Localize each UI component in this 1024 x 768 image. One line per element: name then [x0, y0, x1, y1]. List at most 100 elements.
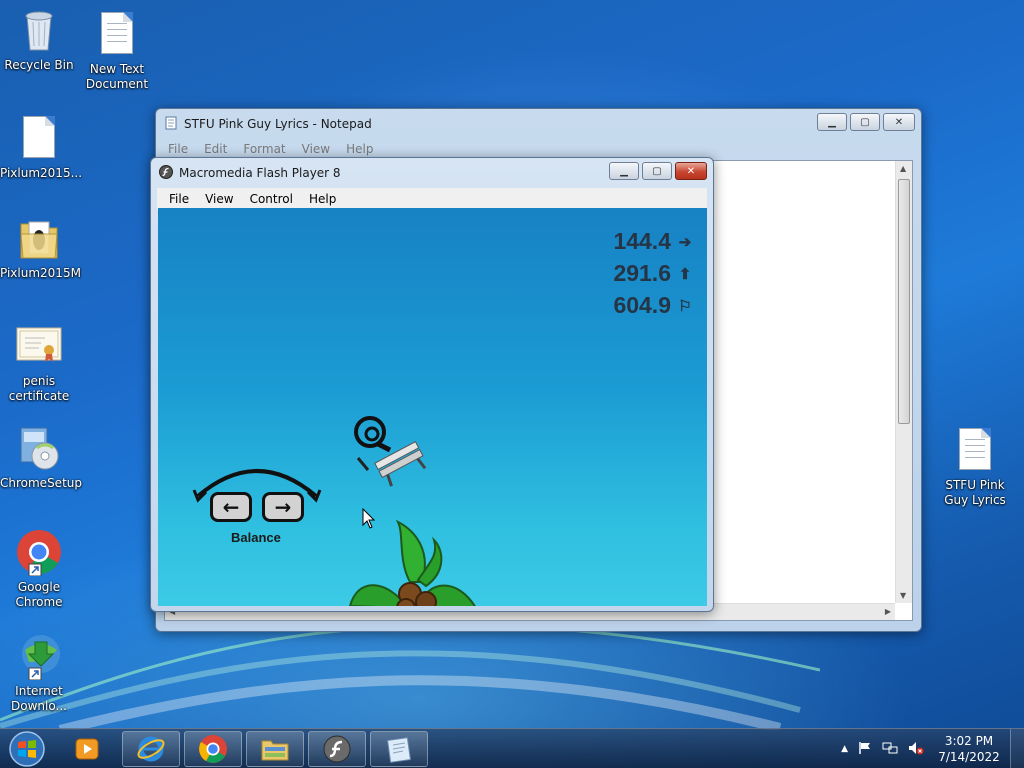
flash-title: Macromedia Flash Player 8 [179, 166, 341, 180]
system-clock[interactable]: 3:02 PM 7/14/2022 [934, 733, 1004, 765]
flash-menu-help[interactable]: Help [301, 192, 344, 206]
notepad-vertical-scrollbar[interactable]: ▲ ▼ [895, 161, 912, 603]
desktop-icon-new-text-document[interactable]: New Text Document [78, 10, 156, 92]
notepad-title: STFU Pink Guy Lyrics - Notepad [184, 117, 372, 131]
desktop-icon-google-chrome[interactable]: Google Chrome [0, 528, 78, 610]
flash-close-button[interactable]: ✕ [675, 162, 707, 180]
desktop-icon-pixlum-folder[interactable]: Pixlum2015M [0, 214, 81, 281]
flash-player-icon [159, 164, 173, 182]
flash-player-window[interactable]: Macromedia Flash Player 8 ▁ ▢ ✕ File Vie… [150, 157, 714, 612]
notepad-menu-file[interactable]: File [160, 142, 196, 156]
scroll-up-icon[interactable]: ▲ [900, 164, 906, 173]
minimize-icon: ▁ [620, 165, 628, 177]
clock-time: 3:02 PM [944, 734, 994, 748]
chrome-icon [15, 528, 63, 577]
desktop-icon-label: Pixlum2015M [0, 266, 81, 280]
balance-label: Balance [231, 530, 281, 545]
desktop-icon-stfu-lyrics[interactable]: STFU Pink Guy Lyrics [936, 426, 1014, 508]
desktop-icon-internet-download-manager[interactable]: Internet Downlo... [0, 632, 78, 714]
text-document-icon [93, 10, 141, 58]
taskbar-flash-player[interactable] [308, 731, 366, 767]
show-hidden-icons-icon[interactable]: ▲ [841, 744, 848, 754]
player-character [354, 416, 427, 487]
left-arrow-key: ← [210, 492, 252, 522]
right-arrow-key: → [262, 492, 304, 522]
desktop-icon-label: New Text Document [85, 62, 149, 91]
notepad-menu-help[interactable]: Help [338, 142, 381, 156]
start-button[interactable] [4, 730, 50, 768]
height-value: 291.6 [613, 260, 671, 286]
notepad-menu-format[interactable]: Format [235, 142, 293, 156]
notepad-menubar: File Edit Format View Help [156, 139, 921, 159]
notepad-icon [387, 737, 411, 763]
score-stat: 604.9 ⚐ [613, 292, 693, 319]
taskbar-google-chrome[interactable] [184, 731, 242, 767]
desktop-icon-label: ChromeSetup [0, 476, 82, 490]
desktop-icon-label: STFU Pink Guy Lyrics [944, 478, 1006, 507]
flash-player-icon [323, 735, 351, 763]
taskbar: ▲ 3:02 PM 7/14/2022 [0, 728, 1024, 768]
flash-menubar: File View Control Help [157, 188, 707, 210]
notepad-close-button[interactable]: ✕ [883, 113, 915, 131]
show-desktop-button[interactable] [1010, 729, 1024, 768]
maximize-icon: ▢ [652, 165, 662, 177]
scroll-right-icon[interactable]: ▶ [885, 607, 891, 616]
right-arrow-icon: → [274, 495, 292, 519]
volume-muted-icon[interactable] [908, 741, 924, 758]
left-arrow-icon: ← [222, 495, 240, 519]
flash-titlebar[interactable]: Macromedia Flash Player 8 ▁ ▢ ✕ [151, 158, 713, 188]
blank-file-icon [15, 114, 63, 162]
system-tray: ▲ 3:02 PM 7/14/2022 [841, 729, 1004, 768]
arrow-right-icon: ➔ [678, 233, 692, 251]
taskbar-notepad[interactable] [370, 731, 428, 767]
scroll-down-icon[interactable]: ▼ [900, 591, 906, 600]
taskbar-media-player[interactable] [58, 731, 116, 767]
flag-icon: ⚐ [678, 297, 692, 315]
installer-icon [15, 424, 63, 472]
notepad-minimize-button[interactable]: ▁ [817, 113, 847, 131]
notepad-titlebar[interactable]: STFU Pink Guy Lyrics - Notepad ▁ ▢ ✕ [156, 109, 921, 139]
notepad-menu-edit[interactable]: Edit [196, 142, 235, 156]
desktop-icon-certificate[interactable]: penis certificate [0, 322, 78, 404]
notepad-menu-view[interactable]: View [294, 142, 338, 156]
internet-explorer-icon [137, 736, 165, 762]
windows-logo-icon [9, 731, 45, 767]
desktop-icon-label: Pixlum2015... [0, 166, 83, 180]
scrollbar-thumb[interactable] [898, 179, 910, 424]
download-manager-icon [15, 632, 63, 681]
flash-maximize-button[interactable]: ▢ [642, 162, 672, 180]
folder-icon [15, 214, 63, 262]
flash-menu-control[interactable]: Control [242, 192, 301, 206]
flash-minimize-button[interactable]: ▁ [609, 162, 639, 180]
distance-value: 144.4 [613, 228, 671, 254]
notepad-maximize-button[interactable]: ▢ [850, 113, 880, 131]
clock-date: 7/14/2022 [938, 750, 1000, 764]
recycle-bin-icon [15, 6, 63, 54]
minimize-icon: ▁ [828, 116, 836, 128]
taskbar-windows-explorer[interactable] [246, 731, 304, 767]
desktop-icon-label: penis certificate [8, 374, 70, 403]
close-icon: ✕ [686, 165, 696, 177]
text-document-icon [951, 426, 999, 474]
palm-tree [348, 520, 476, 606]
network-icon[interactable] [882, 741, 898, 758]
action-center-flag-icon[interactable] [858, 741, 872, 758]
distance-stat: 144.4 ➔ [613, 228, 693, 255]
folder-icon [261, 740, 289, 761]
desktop-icon-label: Google Chrome [15, 580, 63, 609]
flash-menu-view[interactable]: View [197, 192, 241, 206]
desktop-icon-pixlum-file[interactable]: Pixlum2015... [0, 114, 83, 181]
chrome-icon [199, 735, 227, 763]
game-stage[interactable]: 144.4 ➔ 291.6 ⬆ 604.9 ⚐ ← → Balance [158, 208, 707, 606]
height-stat: 291.6 ⬆ [613, 260, 693, 287]
taskbar-internet-explorer[interactable] [122, 731, 180, 767]
certificate-icon [15, 322, 63, 370]
desktop-icon-chromesetup[interactable]: ChromeSetup [0, 424, 82, 491]
desktop-icon-label: Recycle Bin [4, 58, 74, 72]
notepad-icon [164, 116, 178, 133]
maximize-icon: ▢ [860, 116, 870, 128]
flash-menu-file[interactable]: File [161, 192, 197, 206]
desktop-icon-recycle-bin[interactable]: Recycle Bin [0, 6, 78, 73]
score-value: 604.9 [613, 292, 671, 318]
desktop-icon-label: Internet Downlo... [11, 684, 67, 713]
